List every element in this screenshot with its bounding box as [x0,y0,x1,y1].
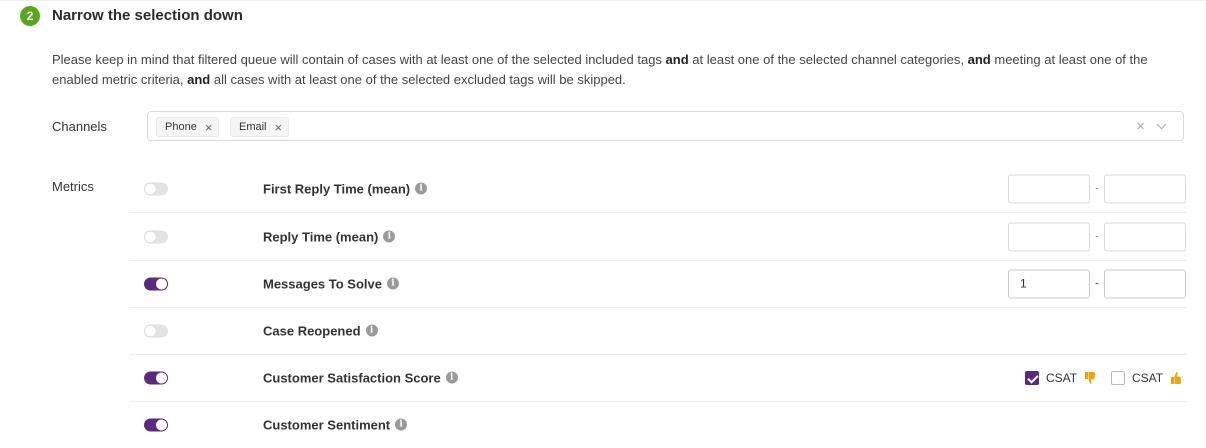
metric-toggle[interactable] [144,324,168,337]
metric-row-first-reply-time: First Reply Time (mean) i - [130,165,1186,213]
info-icon[interactable]: i [395,418,408,431]
metric-row-reply-time: Reply Time (mean) i - [130,213,1186,261]
csat-positive-option[interactable]: CSAT [1111,370,1182,385]
range-dash: - [1095,230,1099,242]
clear-selection-icon[interactable]: × [1136,118,1145,135]
range-dash: - [1095,277,1099,289]
metric-toggle[interactable] [144,182,168,195]
csat-option-label: CSAT [1046,370,1078,385]
min-value-input[interactable] [1008,269,1090,298]
metric-label: Case Reopened [263,323,361,338]
metric-range: - [1008,222,1186,251]
remove-tag-icon[interactable]: × [205,121,213,134]
channels-multiselect[interactable]: Phone × Email × × [147,111,1184,141]
metric-label: Reply Time (mean) [263,229,379,244]
min-value-input[interactable] [1008,222,1090,251]
metric-label: First Reply Time (mean) [263,181,411,196]
channels-label: Channels [52,119,107,134]
chevron-down-icon[interactable] [1156,119,1167,130]
channel-tag-email: Email × [230,117,290,137]
metric-range: - [1008,269,1186,298]
metric-row-customer-sentiment: Customer Sentiment i [130,401,1186,448]
channel-tag-label: Phone [165,121,197,133]
toggle-knob [145,183,156,194]
channel-tag-phone: Phone × [156,117,220,137]
metric-toggle[interactable] [144,418,168,431]
toggle-knob [145,325,156,336]
max-value-input[interactable] [1104,222,1186,251]
toggle-knob [156,372,167,383]
csat-negative-option[interactable]: CSAT [1025,370,1096,385]
metric-label: Customer Satisfaction Score [263,370,441,385]
step-title: Narrow the selection down [52,7,243,24]
info-icon[interactable]: i [365,324,378,337]
max-value-input[interactable] [1104,269,1186,298]
metric-name: Messages To Solve i [263,276,399,291]
toggle-knob [156,278,167,289]
info-icon[interactable]: i [383,230,396,243]
thumbs-down-icon [1085,371,1096,384]
metric-label: Customer Sentiment [263,417,391,432]
metric-name: Customer Sentiment i [263,417,408,432]
metric-toggle[interactable] [144,277,168,290]
metric-toggle[interactable] [144,230,168,243]
min-value-input[interactable] [1008,174,1090,203]
metrics-label: Metrics [52,179,94,194]
metric-row-messages-to-solve: Messages To Solve i - [130,260,1186,308]
metric-name: Customer Satisfaction Score i [263,370,458,385]
metric-range: - [1008,174,1186,203]
metric-name: Reply Time (mean) i [263,229,396,244]
metric-toggle[interactable] [144,371,168,384]
metric-label: Messages To Solve [263,276,382,291]
metric-name: First Reply Time (mean) i [263,181,428,196]
top-divider [0,0,1206,1]
toggle-knob [145,231,156,242]
channel-tag-label: Email [239,121,267,133]
csat-option-label: CSAT [1132,370,1164,385]
thumbs-up-icon [1171,371,1182,384]
info-icon[interactable]: i [415,182,428,195]
metric-name: Case Reopened i [263,323,378,338]
range-dash: - [1095,182,1099,194]
csat-negative-checkbox[interactable] [1025,370,1039,385]
step-number-badge: 2 [20,6,40,26]
info-icon[interactable]: i [386,277,399,290]
csat-positive-checkbox[interactable] [1111,370,1125,385]
remove-tag-icon[interactable]: × [275,121,283,134]
info-icon[interactable]: i [445,371,458,384]
toggle-knob [156,419,167,430]
metric-row-customer-satisfaction-score: Customer Satisfaction Score i CSAT CSAT [130,354,1186,402]
max-value-input[interactable] [1104,174,1186,203]
filter-description: Please keep in mind that filtered queue … [52,52,1148,87]
metric-row-case-reopened: Case Reopened i [130,307,1186,355]
